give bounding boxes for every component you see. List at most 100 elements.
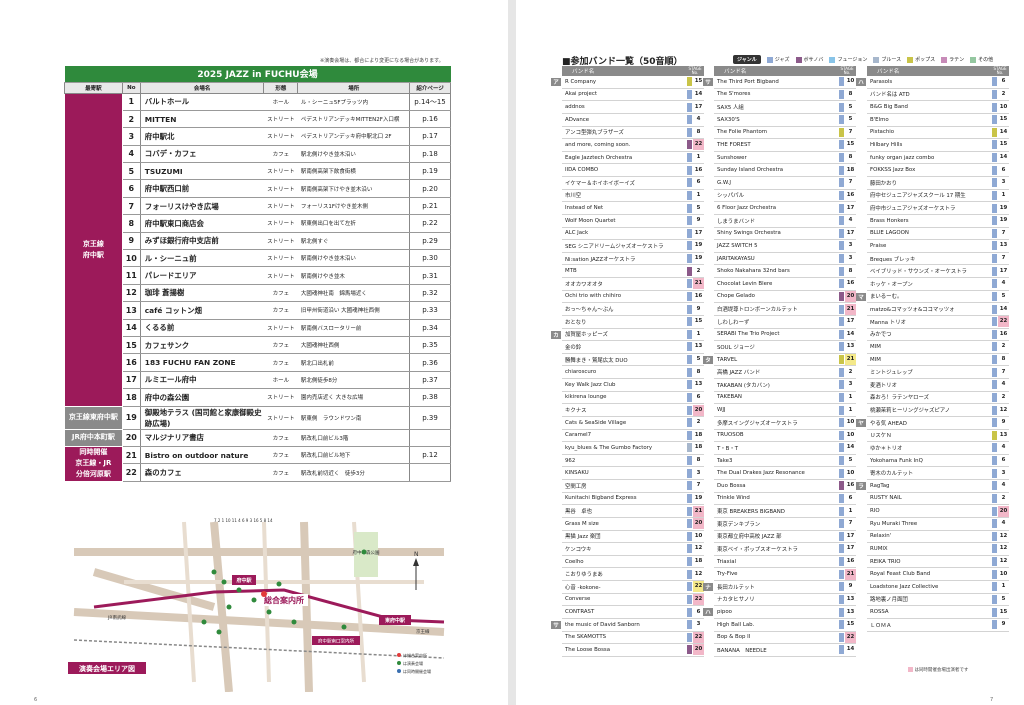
band-name: Breques ブレッキ [870,256,916,263]
genre-color-marker [687,190,692,200]
stage-number: 22 [998,316,1009,328]
genre-color-marker [992,203,997,213]
stage-no-header: STAGE No. [993,66,1007,75]
band-name: イケマー＆ホイホイボーイズ [565,180,635,187]
venue-place: 駅南側高架下けやき並木沿い [297,179,410,198]
band-name: JAZZ SWITCH 5 [717,242,758,249]
footnote: は同時開催会場出演者です [908,667,968,673]
band-name: pipoo [717,609,732,616]
stage-number: 6 [696,393,701,400]
band-row: ROSSA 15 [867,606,1009,619]
band-name: The Third Port Bigband [717,78,779,85]
band-name: Loadstone Jazz Collective [870,583,939,590]
venue-page: p.19 [409,162,451,181]
stage-number: 6 [1001,78,1006,85]
band-row: Ryu Muraki Three 4 [867,518,1009,531]
venue-row: 13 café コットン畑 カフェ 旧甲州街道沿い 大國魂神社西側 p.33 [65,301,451,320]
band-name: しまうまバンド [717,218,756,225]
band-name: 多摩スイングジャズオーケストラ [717,420,798,427]
band-row: T・B・T 14 [714,442,856,455]
band-name: 東京デンキブラン [717,521,761,528]
band-row: 桃瀬茉莉ヒーリングジャズピアノ 12 [867,404,1009,417]
stage-number: 12 [999,532,1008,539]
band-name: 金の鈴 [565,344,582,351]
genre-color-marker [839,557,844,567]
genre-color-marker [992,355,997,365]
genre-color-marker [687,127,692,137]
venue-name: 府中駅西口前 [140,179,264,198]
genre-color-marker [687,254,692,264]
genre-color-marker [992,291,997,301]
map-top-numbers: 7 2 1 10 11 4 6 9 3 16 5 8 14 [214,518,273,523]
band-name: 黒猫 Jazz 楽団 [565,534,601,541]
band-row: 路地裏ノ月面団 5 [867,594,1009,607]
band-row: SAX30'S 5 [714,114,856,127]
band-row: 市川空 1 [562,190,704,203]
stage-number: 5 [1001,292,1006,299]
band-name: Cats & SeaSide Village [565,419,627,426]
genre-swatch [941,56,948,63]
stage-number: 2 [1001,393,1006,400]
band-name: Key Walk Jazz Club [565,381,616,388]
venue-name: コバデ・カフェ [140,145,264,164]
genre-color-marker [992,493,997,503]
band-row: ケンコウキ 12 [562,543,704,556]
band-name: SERABI The Trio Project [717,331,780,338]
band-name: 麦酒トリオ [870,382,897,389]
stage-number: 2 [696,419,701,426]
stage-number: 13 [846,343,855,350]
map-title: 演奏会場エリア図 [79,664,135,673]
band-column: バンド名 STAGE No. サ The Third Port Bigband 10 Th… [703,66,856,657]
band-name: G.W.J [717,179,731,186]
venue-no: 16 [121,353,141,372]
band-row: Pistachio 14 [867,127,1009,140]
venue-row: 15 カフェサンク カフェ 大國魂神社西側 p.35 [65,336,451,355]
kana-index: ハ [703,608,713,617]
band-row: 黒猫 Jazz 楽団 10 [562,531,704,544]
genre-color-marker [992,443,997,453]
venue-form: ストリート [263,406,298,430]
genre-color-marker [687,203,692,213]
genre-color-marker [992,506,997,516]
venue-page: p.12 [409,446,451,465]
genre-color-marker [687,380,692,390]
venue-name: フォーリスけやき広場 [140,197,264,216]
genre-color-marker [839,430,844,440]
genre-color-marker [992,367,997,377]
venue-row: 同時開催 京王線・JR 分倍河原駅 21 Bistro on outdoor nat… [64,445,451,482]
stage-number: 1 [696,191,701,198]
genre-color-marker [687,620,692,630]
page-number-left: 6 [34,697,38,703]
genre-color-marker [687,506,692,516]
venue-table: 2025 JAZZ in FUCHU会場 最寄駅 No 会場名 形態 場所 紹介ページ 京… [64,66,451,482]
venue-row: 京王線 府中駅 1 バルトホール ホール ル・シーニュ5Fプラッツ内 p.14～15 [64,92,451,407]
band-name: まいるーむ。 [870,294,903,301]
stage-number: 18 [694,444,703,451]
stage-number: 14 [846,444,855,451]
band-name: MTB [565,268,577,275]
venue-change-note: ※演奏会場は、都合により変更になる場合があります。 [320,58,444,64]
band-name: matzo&コマッツォ&ココマッツォ [870,307,955,314]
band-row: マまいるーむ。 5 [856,291,1009,304]
venue-form: ストリート [263,162,298,181]
band-row: and more, coming soon. 22 [562,139,704,152]
venue-table-title: 2025 JAZZ in FUCHU会場 [64,66,451,83]
stage-number: 15 [846,621,855,628]
band-row: B&G Big Band 10 [867,101,1009,114]
band-name: みかでつ [870,332,892,339]
band-name: Shoko Nakahara 32nd bars [717,268,790,275]
band-name: RIO [870,508,880,515]
stage-number: 14 [846,330,855,337]
genre-color-marker [839,228,844,238]
genre-color-marker [687,481,692,491]
genre-color-marker [839,607,844,617]
genre-color-marker [992,329,997,339]
band-column: バンド名 STAGE No. ア R Company 15 Akai project 14 a… [551,66,704,657]
genre-color-marker [839,317,844,327]
venue-row: 12 珈琲 蒼揚樹 カフェ 大國魂神社南 錦馬場近く p.32 [65,284,451,303]
band-name: Parasols [870,78,893,85]
band-row: Triaxial 16 [714,556,856,569]
stage-number: 2 [848,368,853,375]
band-row: Breques ブレッキ 7 [867,253,1009,266]
genre-color-marker [839,506,844,516]
